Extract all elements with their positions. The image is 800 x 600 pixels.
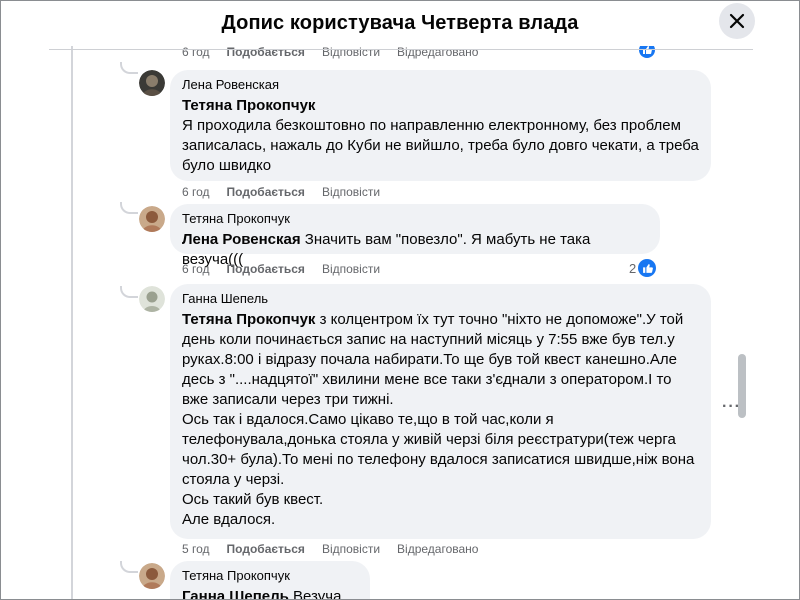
like-link[interactable]: Подобається [227, 541, 305, 557]
reply-connector [120, 202, 138, 214]
comment-actions: 5 год Подобається Відповісти Відредагова… [182, 541, 478, 557]
mention-link[interactable]: Тетяна Прокопчук [182, 311, 315, 328]
comment-time[interactable]: 6 год [182, 184, 210, 200]
comment-body: з колцентром їх тут точно "ніхто не допо… [182, 311, 695, 528]
mention-link[interactable]: Лена Ровенская [182, 231, 301, 248]
avatar[interactable] [139, 70, 165, 96]
reaction-number: 2 [629, 260, 637, 276]
reply-connector [120, 561, 138, 573]
thread-line-column [49, 46, 105, 599]
like-link[interactable]: Подобається [227, 184, 305, 200]
avatar[interactable] [139, 286, 165, 312]
dialog-header: Допис користувача Четверта влада [1, 1, 799, 46]
comment-author[interactable]: Ганна Шепель [182, 291, 699, 307]
reply-link[interactable]: Відповісти [322, 184, 380, 200]
comment-body: Я проходила безкоштовно по направленню е… [182, 117, 704, 174]
edited-label: Відредаговано [397, 542, 479, 556]
like-link[interactable]: Подобається [227, 261, 305, 277]
comment-time[interactable]: 6 год [182, 261, 210, 277]
mention-link[interactable]: Тетяна Прокопчук [182, 97, 315, 114]
comment-author[interactable]: Лена Ровенская [182, 77, 699, 93]
post-dialog: Допис користувача Четверта влада 6 год П… [0, 0, 800, 600]
reaction-count[interactable]: 2 [629, 259, 657, 277]
comment-time[interactable]: 6 год [182, 46, 210, 59]
thumbs-up-icon [642, 263, 653, 273]
like-badge [638, 259, 657, 277]
comment-author[interactable]: Тетяна Прокопчук [182, 211, 648, 227]
comments-thread: 6 год Подобається Відповісти Відредагова… [49, 46, 753, 599]
reply-link[interactable]: Відповісти [322, 46, 380, 59]
comment-bubble: Тетяна Прокопчук Лена Ровенская Значить … [170, 204, 660, 268]
comment-time[interactable]: 5 год [182, 541, 210, 557]
comment-actions: 6 год Подобається Відповісти [182, 261, 380, 277]
avatar[interactable] [139, 563, 165, 589]
previous-comment-actions: 6 год Подобається Відповісти Відредагова… [182, 46, 478, 59]
close-icon [729, 13, 745, 29]
scrollbar-thumb[interactable] [738, 354, 746, 418]
thumbs-up-icon [643, 46, 652, 54]
reaction-badge[interactable] [639, 46, 655, 58]
comment-text: Ганна Шепель Везуча ви [182, 587, 358, 599]
avatar[interactable] [139, 206, 165, 232]
comment-bubble: Лена Ровенская Тетяна Прокопчук Я проход… [170, 70, 711, 181]
comment-bubble: Ганна Шепель Тетяна Прокопчук з колцентр… [170, 284, 711, 539]
comment-actions: 6 год Подобається Відповісти [182, 184, 380, 200]
comment-text: Тетяна Прокопчук Я проходила безкоштовно… [182, 96, 699, 176]
reply-link[interactable]: Відповісти [322, 541, 380, 557]
reply-connector [120, 62, 138, 74]
edited-label: Відредаговано [397, 46, 479, 59]
like-link[interactable]: Подобається [227, 46, 305, 59]
dialog-title: Допис користувача Четверта влада [221, 12, 579, 34]
comment-bubble: Тетяна Прокопчук Ганна Шепель Везуча ви [170, 561, 370, 599]
mention-link[interactable]: Ганна Шепель [182, 588, 289, 599]
comment-text: Тетяна Прокопчук з колцентром їх тут точ… [182, 310, 699, 530]
close-button[interactable] [719, 3, 755, 39]
reply-connector [120, 286, 138, 298]
thread-line [71, 46, 73, 599]
reply-link[interactable]: Відповісти [322, 261, 380, 277]
comment-author[interactable]: Тетяна Прокопчук [182, 568, 358, 584]
header-divider [49, 49, 753, 50]
